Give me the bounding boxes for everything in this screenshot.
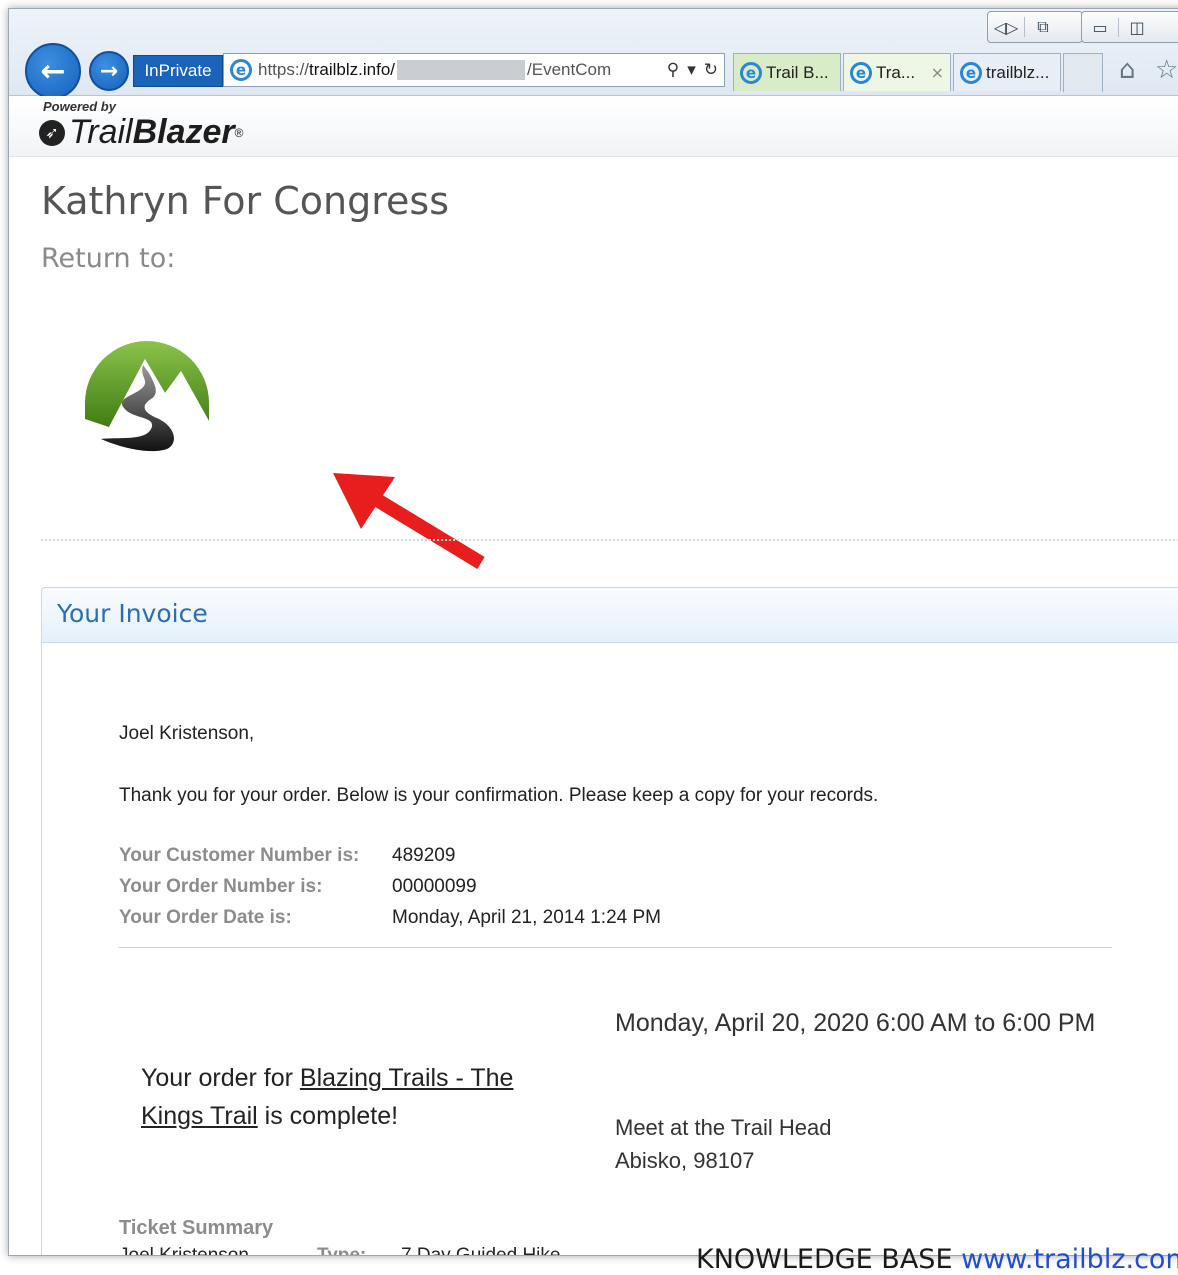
ticket-type-value: 7 Day Guided Hike <box>401 1245 561 1256</box>
page-title: Kathryn For Congress <box>41 179 449 223</box>
browser-chrome: ◁▷ ⧉ ▭ ◫ ← → InPrivate e https:// trailb… <box>9 9 1178 99</box>
tab-tra[interactable]: e Tra... × <box>843 53 951 91</box>
order-complete-message: Your order for Blazing Trails - The King… <box>141 1059 581 1135</box>
maximize-icon[interactable]: ◫ <box>1118 17 1155 37</box>
order-date-label: Your Order Date is: <box>119 907 292 928</box>
minimize-icon[interactable]: ▭ <box>1082 18 1118 37</box>
tab-trail-b[interactable]: e Trail B... <box>733 53 841 91</box>
logo-blazer-text: Blazer <box>132 113 235 151</box>
caption-link[interactable]: www.trailblz.com/kb <box>961 1244 1178 1275</box>
url-host: trailblz.info/ <box>309 60 396 79</box>
url-prefix: https:// <box>258 60 310 79</box>
home-icon[interactable]: ⌂ <box>1119 55 1136 85</box>
trailblazer-badge-icon: ➶ <box>39 119 65 146</box>
logo-trail-text: Trail <box>69 113 133 151</box>
refresh-icon[interactable]: ↻ <box>704 60 718 80</box>
customer-number-label: Your Customer Number is: <box>119 845 360 866</box>
invoice-divider <box>119 947 1112 948</box>
inprivate-badge: InPrivate <box>133 55 223 87</box>
greeting: Joel Kristenson, <box>119 723 255 744</box>
dropdown-icon[interactable]: ▾ <box>687 60 696 80</box>
ie-icon: e <box>850 61 872 84</box>
mountain-trail-logo[interactable] <box>79 331 215 461</box>
tab-trailblz[interactable]: e trailblz... <box>953 53 1061 91</box>
new-tab-button[interactable] <box>1063 53 1103 92</box>
reader-icon[interactable]: ⧉ <box>1024 17 1061 37</box>
divider <box>41 539 1178 541</box>
invoice-title: Your Invoice <box>57 599 208 628</box>
order-suffix: is complete! <box>257 1102 399 1130</box>
ie-icon: e <box>740 61 762 84</box>
location-line-2: Abisko, 98107 <box>615 1148 755 1173</box>
invoice-panel-header: Your Invoice <box>41 587 1178 643</box>
ticket-summary-label: Ticket Summary <box>119 1217 274 1239</box>
order-number-value: 00000099 <box>392 876 477 897</box>
favorites-star-icon[interactable]: ☆ <box>1155 55 1178 85</box>
compatibility-view-icon[interactable]: ◁▷ <box>988 18 1024 37</box>
knowledge-base-caption: KNOWLEDGE BASE www.trailblz.com/kb <box>696 1244 1178 1275</box>
return-to-label: Return to: <box>41 243 176 274</box>
forward-button[interactable]: → <box>89 51 129 91</box>
arrow-left-icon: ← <box>40 53 66 89</box>
ie-icon: e <box>230 59 252 81</box>
close-icon[interactable]: × <box>931 63 944 82</box>
annotation-arrow <box>333 473 485 569</box>
powered-by-label: Powered by <box>43 99 116 114</box>
ie-icon: e <box>960 61 982 84</box>
order-prefix: Your order for <box>141 1064 300 1092</box>
compat-controls: ◁▷ ⧉ <box>987 11 1083 43</box>
ticket-type-label: Type: <box>317 1245 367 1256</box>
window-controls: ▭ ◫ <box>1081 11 1178 43</box>
redacted-url-segment <box>397 60 526 80</box>
customer-number-value: 489209 <box>392 845 456 866</box>
url-suffix: /EventCom <box>527 60 612 79</box>
order-number-label: Your Order Number is: <box>119 876 323 897</box>
registered-mark: ® <box>234 125 244 140</box>
trailblazer-logo[interactable]: ➶ Trail Blazer ® <box>39 113 244 152</box>
back-button[interactable]: ← <box>25 43 81 99</box>
browser-window: ◁▷ ⧉ ▭ ◫ ← → InPrivate e https:// trailb… <box>8 8 1178 1256</box>
event-location: Meet at the Trail Head Abisko, 98107 <box>615 1111 831 1177</box>
caption-prefix: KNOWLEDGE BASE <box>696 1244 962 1275</box>
address-bar[interactable]: e https:// trailblz.info/ /EventCom ⚲ ▾ … <box>223 53 725 87</box>
tab-label: Tra... <box>876 62 916 82</box>
location-line-1: Meet at the Trail Head <box>615 1115 832 1140</box>
tab-label: Trail B... <box>766 62 829 82</box>
thanks-message: Thank you for your order. Below is your … <box>119 785 879 806</box>
order-date-value: Monday, April 21, 2014 1:24 PM <box>392 907 661 928</box>
ticket-holder-name: Joel Kristenson <box>119 1245 249 1256</box>
tab-label: trailblz... <box>986 62 1050 82</box>
arrow-right-icon: → <box>99 58 119 84</box>
search-icon[interactable]: ⚲ <box>667 60 679 80</box>
event-datetime: Monday, April 20, 2020 6:00 AM to 6:00 P… <box>615 1009 1096 1037</box>
